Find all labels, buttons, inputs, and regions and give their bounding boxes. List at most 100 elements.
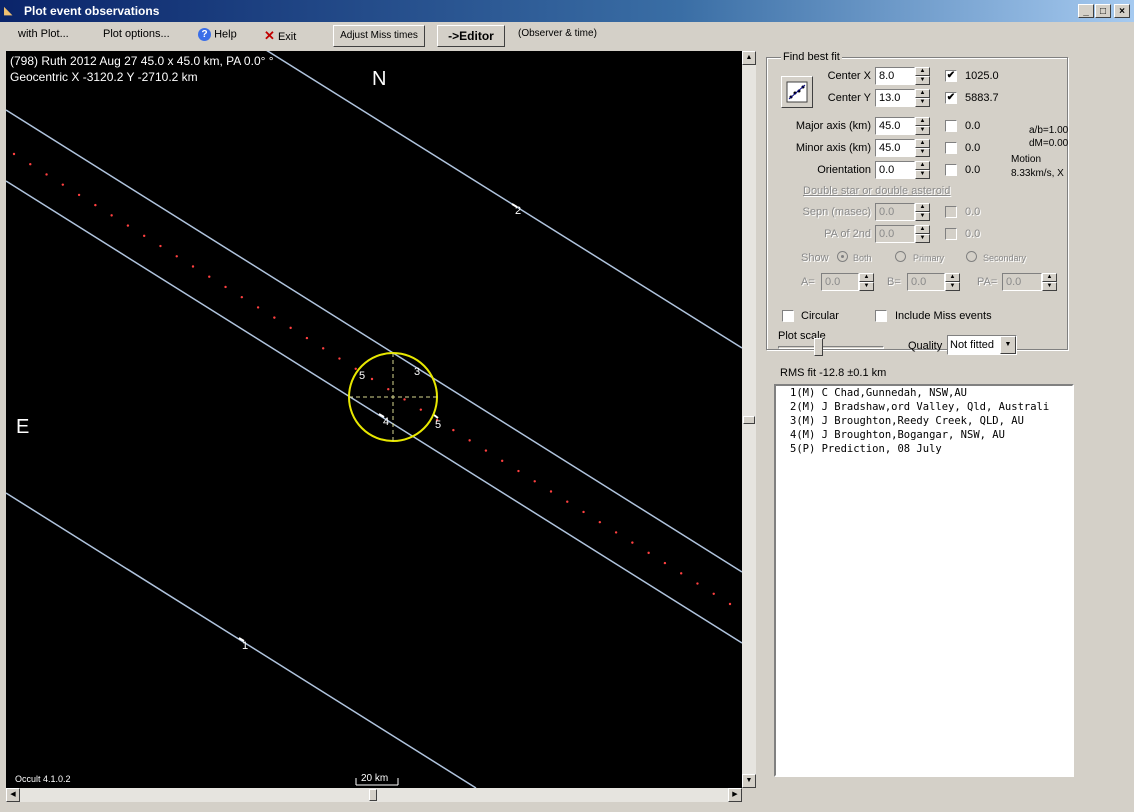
- prediction-dot: [484, 449, 488, 452]
- prediction-dot: [549, 490, 553, 493]
- vertical-scroll-thumb[interactable]: [743, 416, 755, 424]
- title-bar: ◣ Plot event observations _ □ ×: [0, 0, 1134, 22]
- app-icon: ◣: [4, 5, 13, 17]
- list-item[interactable]: 1(M) C Chad,Gunnedah, NSW,AU: [790, 387, 967, 399]
- menu-with-plot[interactable]: with Plot...: [18, 28, 69, 40]
- menu-help-label: Help: [214, 28, 237, 41]
- center-y-spinner[interactable]: ▲ ▼: [915, 89, 930, 107]
- plot-area[interactable]: (798) Ruth 2012 Aug 27 45.0 x 45.0 km, P…: [6, 51, 742, 788]
- prediction-dot: [338, 357, 341, 360]
- show-both-radio[interactable]: [837, 251, 848, 262]
- show-primary-label: Primary: [913, 253, 944, 263]
- orientation-spinner[interactable]: ▲ ▼: [915, 161, 930, 179]
- orientation-input[interactable]: 0.0: [875, 161, 915, 179]
- prediction-dot: [175, 255, 178, 258]
- pa-2nd-spinner[interactable]: ▲ ▼: [915, 225, 930, 243]
- quality-select[interactable]: Not fitted ▼: [947, 335, 1017, 355]
- center-y-input[interactable]: 13.0: [875, 89, 915, 107]
- pa-input[interactable]: 0.0: [1002, 273, 1042, 291]
- prediction-track: [12, 152, 732, 606]
- prediction-dot: [712, 592, 715, 595]
- scroll-down-arrow[interactable]: ▼: [742, 774, 756, 788]
- menu-plot-options[interactable]: Plot options...: [103, 28, 170, 40]
- horizontal-scroll-thumb[interactable]: [369, 789, 377, 801]
- show-secondary-radio[interactable]: [966, 251, 977, 262]
- menu-exit[interactable]: ✕ Exit: [264, 28, 296, 44]
- circular-checkbox[interactable]: [782, 310, 794, 322]
- major-axis-spinner[interactable]: ▲ ▼: [915, 117, 930, 135]
- sepn-checkbox[interactable]: [945, 206, 957, 218]
- minor-axis-spinner[interactable]: ▲ ▼: [915, 139, 930, 157]
- scroll-left-arrow[interactable]: ◀: [6, 788, 20, 802]
- prediction-dot: [77, 193, 81, 197]
- show-both-label: Both: [853, 253, 872, 263]
- a-spinner[interactable]: ▲ ▼: [859, 273, 874, 291]
- chevron-down-icon[interactable]: ▼: [1000, 336, 1016, 354]
- pa-2nd-checkbox[interactable]: [945, 228, 957, 240]
- pa-2nd-input[interactable]: 0.0: [875, 225, 915, 243]
- prediction-dot: [110, 214, 113, 217]
- fit-panel: Find best fit Center X 8.0 ▲ ▼ ✔ 1025.0 C…: [760, 51, 1080, 791]
- chord-label-3: 3: [414, 366, 421, 378]
- observer-list[interactable]: 1(M) C Chad,Gunnedah, NSW,AU 2(M) J Brad…: [774, 384, 1074, 777]
- scroll-right-arrow[interactable]: ▶: [728, 788, 742, 802]
- prediction-dot: [224, 285, 227, 289]
- prediction-dot: [500, 459, 504, 463]
- b-input[interactable]: 0.0: [907, 273, 945, 291]
- exit-icon: ✕: [264, 28, 275, 43]
- prediction-dot: [614, 531, 618, 534]
- quality-value: Not fitted: [950, 339, 995, 351]
- major-axis-input[interactable]: 45.0: [875, 117, 915, 135]
- editor-button[interactable]: ->Editor: [437, 25, 505, 47]
- center-x-result: 1025.0: [965, 70, 999, 82]
- center-y-checkbox[interactable]: ✔: [945, 92, 957, 104]
- center-x-spinner[interactable]: ▲ ▼: [915, 67, 930, 85]
- find-fit-button[interactable]: [781, 76, 813, 108]
- prediction-dot: [582, 510, 585, 514]
- list-item[interactable]: 2(M) J Bradshaw,ord Valley, Qld, Austral…: [790, 401, 1049, 413]
- close-button[interactable]: ×: [1114, 4, 1130, 18]
- minor-axis-input[interactable]: 45.0: [875, 139, 915, 157]
- adjust-miss-times-button[interactable]: Adjust Miss times: [333, 25, 425, 47]
- plot-vertical-scrollbar[interactable]: ▲ ▼: [742, 51, 756, 788]
- minor-axis-result: 0.0: [965, 142, 981, 154]
- prediction-dot: [208, 275, 211, 278]
- pa-spinner[interactable]: ▲ ▼: [1042, 273, 1057, 291]
- sepn-spinner[interactable]: ▲ ▼: [915, 203, 930, 221]
- prediction-dot: [696, 582, 699, 585]
- major-axis-checkbox[interactable]: [945, 120, 957, 132]
- plot-scale-slider[interactable]: [778, 338, 884, 358]
- chord-line-4: [6, 180, 742, 644]
- sepn-input[interactable]: 0.0: [875, 203, 915, 221]
- prediction-dot: [289, 326, 292, 330]
- plot-horizontal-scrollbar[interactable]: ◀ ▶: [6, 788, 742, 802]
- b-label: B=: [887, 276, 901, 288]
- center-x-input[interactable]: 8.0: [875, 67, 915, 85]
- orientation-checkbox[interactable]: [945, 164, 957, 176]
- center-x-label: Center X: [827, 70, 871, 82]
- plot-header-line1: (798) Ruth 2012 Aug 27 45.0 x 45.0 km, P…: [10, 54, 274, 68]
- fit-chart-icon: [786, 81, 808, 103]
- prediction-dot: [679, 572, 683, 575]
- scroll-up-arrow[interactable]: ▲: [742, 51, 756, 65]
- chord-line-1: [6, 492, 477, 788]
- orientation-result: 0.0: [965, 164, 981, 176]
- a-input[interactable]: 0.0: [821, 273, 859, 291]
- help-icon: ?: [198, 28, 211, 41]
- center-x-checkbox[interactable]: ✔: [945, 70, 957, 82]
- include-miss-checkbox[interactable]: [875, 310, 887, 322]
- maximize-button[interactable]: □: [1095, 4, 1111, 18]
- a-label: A=: [801, 276, 815, 288]
- plot-canvas: [6, 51, 742, 788]
- prediction-dot: [370, 377, 374, 381]
- minor-axis-checkbox[interactable]: [945, 142, 957, 154]
- list-item[interactable]: 5(P) Prediction, 08 July: [790, 443, 942, 455]
- double-star-title: Double star or double asteroid: [803, 185, 951, 197]
- show-primary-radio[interactable]: [895, 251, 906, 262]
- plot-scale-knob[interactable]: [814, 338, 823, 356]
- list-item[interactable]: 4(M) J Broughton,Bogangar, NSW, AU: [790, 429, 1005, 441]
- minimize-button[interactable]: _: [1078, 4, 1094, 18]
- b-spinner[interactable]: ▲ ▼: [945, 273, 960, 291]
- list-item[interactable]: 3(M) J Broughton,Reedy Creek, QLD, AU: [790, 415, 1024, 427]
- menu-help[interactable]: ? Help: [198, 28, 237, 41]
